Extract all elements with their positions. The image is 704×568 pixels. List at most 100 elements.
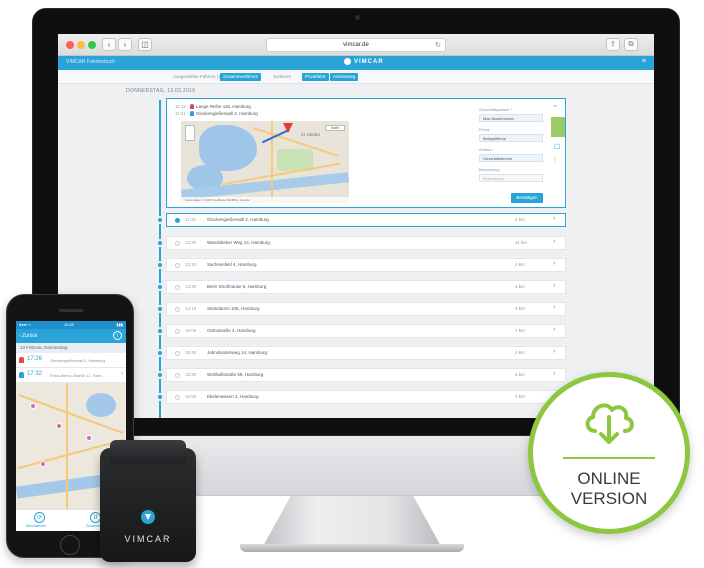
refresh-icon[interactable]: ⟳	[34, 512, 45, 523]
back-label: Zurück	[22, 333, 38, 339]
trip-row[interactable]: 16:20 Wohlwillstraße 55, Hamburg 2 km ›	[166, 368, 566, 382]
trip-checkbox[interactable]	[175, 373, 180, 378]
map-road	[66, 383, 68, 515]
trip-distance: 2 km	[515, 372, 525, 377]
trip-time: 16:55	[185, 394, 197, 399]
trip-row[interactable]: 15:05 Ostrustraße 2, Hamburg 7 km ›	[166, 324, 566, 338]
phone-trip-row[interactable]: 17:26 Glockengießerwall 2, Hamburg	[16, 353, 126, 368]
trip-row[interactable]: 11:45 Glockengießerwall 2, Hamburg 4 km …	[166, 213, 566, 227]
reason-field[interactable]: Geschäftstermin	[479, 154, 543, 162]
map-water	[199, 125, 257, 171]
trip-row[interactable]: 12:20 Wandsbeker Weg 14, Hamburg 11 km ›	[166, 236, 566, 250]
poi-pin-icon[interactable]	[30, 403, 36, 409]
partner-label: Geschäftspartner *	[479, 107, 513, 112]
battery-icon: ▮▮▮	[116, 322, 123, 327]
trip-distance: 4 km	[515, 306, 525, 311]
phone-nav-bar: ‹ Zurück i	[16, 329, 126, 343]
partner-field[interactable]: Max Mustermann	[479, 114, 543, 122]
phone-trip-row[interactable]: 17:32 Ernst-Merck-Straße 12, Ham... ›	[16, 368, 126, 383]
map-attribution: Kartendaten © 2015 GeoBasis-DE/BKG, Goog…	[181, 197, 349, 203]
company-label: Firma	[479, 127, 490, 132]
business-category-tag[interactable]	[551, 117, 565, 137]
close-window-button[interactable]	[66, 41, 74, 49]
share-button[interactable]: ⇪	[606, 38, 620, 51]
trip-row[interactable]: 13:10 Sachsenfeld 4, Hamburg 2 km ›	[166, 258, 566, 272]
map-zoom-control[interactable]	[185, 125, 195, 141]
trip-checkbox[interactable]	[175, 285, 180, 290]
day-heading: DONNERSTAG, 13.03.2015	[126, 88, 196, 94]
minimize-window-button[interactable]	[77, 41, 85, 49]
trip-end: 11:31 Glockengießerwall 2, Hamburg	[175, 111, 258, 117]
end-time: 11:31	[175, 111, 186, 116]
map-type-control[interactable]: Karte	[325, 125, 345, 131]
trip-row[interactable]: 14:15 Steindamm 105, Hamburg 4 km ›	[166, 302, 566, 316]
filter-sort[interactable]: Sortieren	[270, 73, 294, 81]
trip-time: 13:10	[185, 262, 197, 267]
back-button[interactable]: ‹	[102, 38, 116, 51]
poi-pin-icon[interactable]	[56, 423, 62, 429]
address-bar[interactable]: vimcar.de ↻	[266, 38, 446, 52]
trip-distance: 2 km	[515, 350, 525, 355]
trip-checkbox[interactable]	[175, 263, 180, 268]
forward-button[interactable]: ›	[118, 38, 132, 51]
filter-selected-trips[interactable]: Ausgewählte Fahrten (1)	[170, 73, 225, 81]
menu-icon[interactable]: ≡	[642, 58, 646, 65]
badge-divider	[563, 457, 655, 459]
chevron-right-icon[interactable]: ›	[553, 260, 555, 267]
chevron-right-icon[interactable]: ›	[553, 215, 555, 222]
end-pin-icon	[189, 111, 194, 117]
trip-row[interactable]: 13:40 Beim Strohhause 6, Hamburg 1 km ›	[166, 280, 566, 294]
trip-address: Sachsenfeld 4, Hamburg	[207, 262, 257, 267]
poi-pin-icon[interactable]	[40, 461, 46, 467]
trip-row[interactable]: 15:45 Jahnsbodenweg 14, Hamburg 2 km ›	[166, 346, 566, 360]
trip-checkbox[interactable]	[175, 351, 180, 356]
phone-back-button[interactable]: ‹ Zurück	[19, 333, 37, 339]
poi-pin-icon[interactable]	[86, 435, 92, 441]
timeline-dot	[156, 261, 164, 269]
chevron-right-icon[interactable]: ›	[553, 304, 555, 311]
trip-address: Steindamm 105, Hamburg	[207, 306, 260, 311]
online-version-badge[interactable]: ONLINE VERSION	[528, 372, 690, 534]
chevron-right-icon[interactable]: ›	[553, 370, 555, 377]
timeline-dot	[156, 216, 164, 224]
chevron-right-icon[interactable]: ›	[553, 282, 555, 289]
dongle-connector	[110, 440, 186, 464]
confirm-button[interactable]: Bestätigen	[511, 193, 543, 203]
signal-icon: ●●●○○	[19, 322, 32, 327]
trip-checkbox[interactable]	[175, 395, 180, 400]
zoom-window-button[interactable]	[88, 41, 96, 49]
collapse-icon[interactable]: ⌃	[552, 104, 558, 112]
dongle-brand: VIMCAR	[124, 534, 172, 544]
trip-checkbox[interactable]	[175, 241, 180, 246]
trip-checkbox[interactable]	[175, 307, 180, 312]
tab-refresh-label[interactable]: Aktualisieren	[26, 524, 46, 528]
tabs-button[interactable]: ⧉	[624, 38, 638, 51]
company-field[interactable]: Beispielfirma	[479, 134, 543, 142]
end-pin-icon	[19, 372, 24, 378]
comment-icon[interactable]: ☐	[554, 143, 560, 151]
filter-merge[interactable]: Zusammenführen	[220, 73, 262, 81]
app-logo: VIMCAR	[344, 58, 384, 65]
home-button[interactable]	[60, 535, 80, 555]
chevron-right-icon[interactable]: ›	[553, 348, 555, 355]
trip-row[interactable]: 16:55 Ekelenwasen 2, Hamburg 2 km ›	[166, 390, 566, 404]
start-address: Lange Reihe 115, Hamburg	[195, 104, 251, 109]
trip-checkbox[interactable]	[175, 218, 180, 223]
note-label: Bemerkung	[479, 167, 500, 172]
account-label[interactable]: VIMCAR Fahrtenbuch	[66, 59, 115, 65]
expanded-trip-card[interactable]: 11:12 Lange Reihe 115, Hamburg 11:31 Glock…	[166, 98, 566, 208]
reload-icon[interactable]: ↻	[435, 39, 441, 52]
info-icon[interactable]: i	[113, 331, 122, 340]
sidebar-toggle-button[interactable]: ◫	[138, 38, 152, 51]
filter-commute[interactable]: Arbeitsweg	[330, 73, 359, 81]
note-field[interactable]: Bemerkung…	[479, 174, 543, 182]
chevron-right-icon[interactable]: ›	[121, 371, 123, 377]
trip-checkbox[interactable]	[175, 329, 180, 334]
obd-dongle: VIMCAR	[100, 440, 196, 562]
chevron-right-icon[interactable]: ›	[553, 238, 555, 245]
trip-time: 11:45	[185, 217, 196, 222]
route-map[interactable]: Karte ST. GEORG Kartendaten © 2015 GeoBa…	[181, 121, 349, 203]
chevron-right-icon[interactable]: ›	[553, 326, 555, 333]
warning-icon[interactable]: !	[554, 157, 556, 164]
filter-private[interactable]: Privatfahrt	[302, 73, 329, 81]
